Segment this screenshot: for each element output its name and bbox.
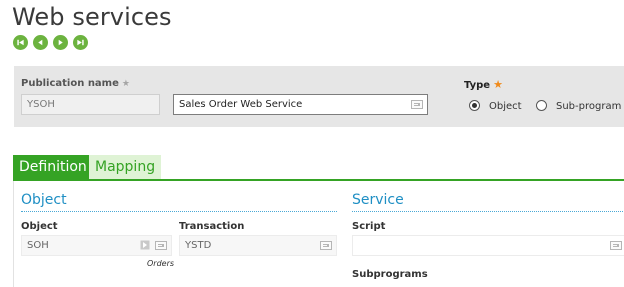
arrow-left-icon bbox=[38, 39, 43, 46]
transaction-field[interactable]: YSTD bbox=[179, 235, 337, 256]
script-field[interactable] bbox=[352, 235, 624, 256]
object-value: SOH bbox=[27, 240, 49, 251]
publication-description-value: Sales Order Web Service bbox=[179, 99, 303, 110]
object-label: Object bbox=[21, 221, 58, 232]
script-label: Script bbox=[352, 221, 386, 232]
transaction-value: YSTD bbox=[185, 240, 212, 251]
skip-last-icon bbox=[77, 39, 84, 46]
header-panel: Publication name ★ YSOH Sales Order Web S… bbox=[14, 66, 624, 127]
selection-icon[interactable] bbox=[155, 241, 167, 250]
object-section-divider bbox=[21, 211, 337, 212]
required-star-icon: ★ bbox=[493, 78, 503, 91]
type-label: Type ★ bbox=[464, 78, 503, 91]
type-object-radio[interactable] bbox=[469, 100, 480, 111]
selection-icon[interactable] bbox=[320, 241, 332, 250]
type-subprogram-radio[interactable] bbox=[536, 100, 547, 111]
next-record-button[interactable] bbox=[53, 35, 68, 50]
service-section-title: Service bbox=[352, 192, 404, 208]
publication-code-field[interactable]: YSOH bbox=[21, 94, 160, 115]
definition-panel: Object Object SOH Orders Transaction YST… bbox=[13, 181, 624, 287]
record-navigation bbox=[13, 35, 88, 50]
skip-first-icon bbox=[17, 39, 24, 46]
object-field[interactable]: SOH bbox=[21, 235, 172, 256]
type-object-label: Object bbox=[489, 101, 522, 112]
last-record-button[interactable] bbox=[73, 35, 88, 50]
publication-description-field[interactable]: Sales Order Web Service bbox=[173, 94, 428, 115]
tab-mapping[interactable]: Mapping bbox=[89, 155, 162, 179]
subprograms-label: Subprograms bbox=[352, 269, 428, 280]
service-section-divider bbox=[352, 211, 624, 212]
first-record-button[interactable] bbox=[13, 35, 28, 50]
page-title: Web services bbox=[12, 3, 172, 31]
transaction-label: Transaction bbox=[179, 221, 245, 232]
tab-definition[interactable]: Definition bbox=[13, 155, 93, 179]
type-subprogram-label: Sub-program bbox=[556, 101, 622, 112]
translation-icon[interactable] bbox=[411, 100, 423, 109]
arrow-right-icon bbox=[58, 39, 63, 46]
previous-record-button[interactable] bbox=[33, 35, 48, 50]
selection-icon[interactable] bbox=[610, 241, 622, 250]
publication-name-label: Publication name ★ bbox=[21, 78, 130, 89]
object-description: Orders bbox=[147, 259, 175, 268]
optional-star-icon: ★ bbox=[121, 79, 130, 89]
lookup-arrow-icon[interactable] bbox=[140, 240, 150, 250]
object-section-title: Object bbox=[21, 192, 67, 208]
